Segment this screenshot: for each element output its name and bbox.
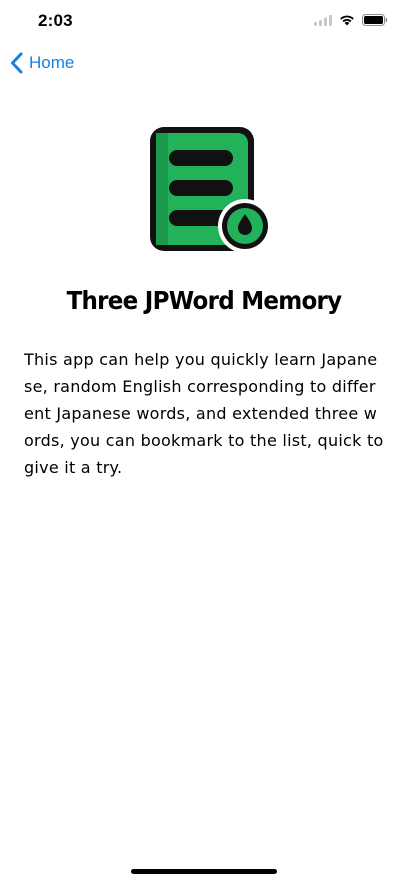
back-button[interactable]: Home: [10, 52, 74, 74]
home-indicator[interactable]: [131, 869, 277, 874]
status-icons: [314, 14, 388, 26]
battery-icon: [362, 14, 388, 26]
navigation-bar: Home: [0, 44, 408, 88]
document-list-with-drop-icon: [150, 127, 272, 253]
status-time: 2:03: [38, 11, 73, 30]
status-bar: 2:03: [0, 0, 408, 44]
wifi-icon: [340, 15, 354, 26]
back-button-label: Home: [29, 53, 75, 72]
app-title: Three JPWord Memory: [66, 286, 343, 315]
chevron-left-icon: [11, 52, 23, 74]
cellular-signal-icon: [314, 14, 332, 26]
app-description: This app can help you quickly learn Japa…: [24, 350, 384, 477]
